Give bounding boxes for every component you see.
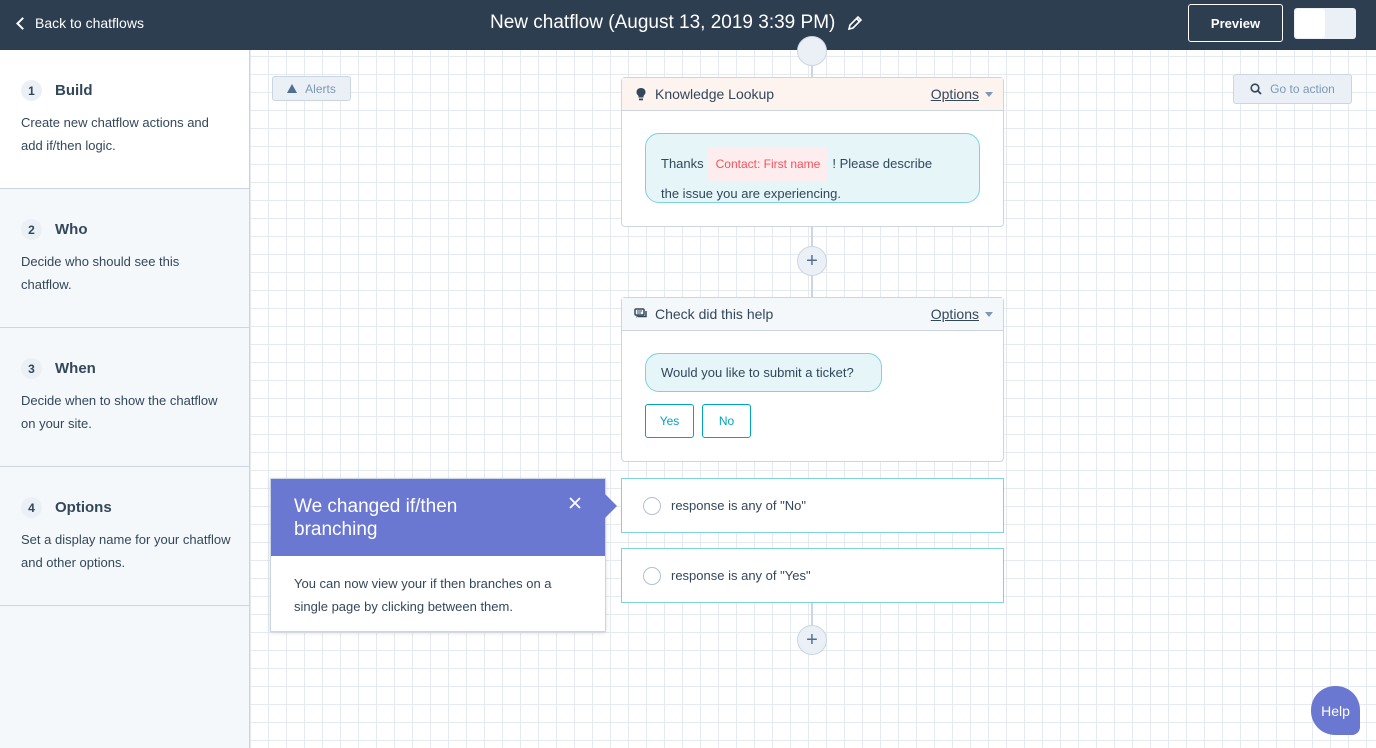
branch-label: response is any of "Yes" — [671, 568, 811, 583]
add-action-button[interactable]: + — [797, 625, 827, 655]
step-number: 4 — [21, 497, 42, 518]
page-title: New chatflow (August 13, 2019 3:39 PM) — [490, 12, 836, 33]
step-number: 3 — [21, 358, 42, 379]
branch-option-no[interactable]: response is any of "No" — [621, 478, 1004, 533]
step-who[interactable]: 2 Who Decide who should see this chatflo… — [0, 189, 249, 328]
bot-message-bubble: Thanks Contact: First name! Please descri… — [645, 133, 980, 203]
popover-title: We changed if/then branching — [294, 496, 458, 540]
step-number: 2 — [21, 219, 42, 240]
help-button[interactable]: Help — [1311, 686, 1360, 735]
step-when[interactable]: 3 When Decide when to show the chatflow … — [0, 328, 249, 467]
steps-sidebar: 1 Build Create new chatflow actions and … — [0, 50, 250, 748]
step-title: Who — [55, 221, 88, 238]
yes-button[interactable]: Yes — [645, 404, 694, 438]
alerts-button[interactable]: Alerts — [272, 76, 351, 101]
bot-message-bubble: Would you like to submit a ticket? — [645, 353, 882, 392]
step-description: Create new chatflow actions and add if/t… — [21, 115, 209, 153]
card-title: Knowledge Lookup — [655, 86, 775, 102]
alerts-label: Alerts — [305, 81, 336, 96]
view-toggle[interactable] — [1294, 8, 1356, 39]
preview-button[interactable]: Preview — [1188, 4, 1283, 42]
back-label: Back to chatflows — [35, 15, 144, 31]
popover-arrow — [605, 494, 617, 518]
message-line2: the issue you are experiencing. — [661, 186, 841, 201]
radio-button[interactable] — [643, 566, 661, 585]
add-action-button[interactable]: + — [797, 246, 827, 276]
step-description: Set a display name for your chatflow and… — [21, 532, 231, 570]
step-build[interactable]: 1 Build Create new chatflow actions and … — [0, 50, 249, 189]
flow-connector — [811, 603, 813, 626]
top-bar: Back to chatflows New chatflow (August 1… — [0, 0, 1376, 50]
step-number: 1 — [21, 80, 42, 101]
chat-bubbles-icon — [634, 308, 647, 318]
options-dropdown[interactable]: Options — [931, 306, 993, 322]
step-options[interactable]: 4 Options Set a display name for your ch… — [0, 467, 249, 606]
caret-down-icon — [985, 311, 993, 317]
message-prefix: Thanks — [661, 156, 704, 171]
caret-down-icon — [985, 91, 993, 97]
toggle-knob — [1295, 9, 1325, 38]
warning-icon — [287, 84, 298, 93]
radio-button[interactable] — [643, 496, 661, 515]
lightbulb-icon — [636, 88, 646, 101]
close-icon[interactable] — [567, 495, 583, 511]
card-header: Check did this help Options — [622, 298, 1003, 331]
options-dropdown[interactable]: Options — [931, 86, 993, 102]
step-title: Options — [55, 499, 112, 516]
add-action-button[interactable] — [797, 36, 827, 66]
branch-label: response is any of "No" — [671, 498, 806, 513]
popover-body: You can now view your if then branches o… — [294, 576, 552, 614]
card-header: Knowledge Lookup Options — [622, 78, 1003, 111]
go-to-action-label: Go to action — [1270, 82, 1335, 96]
branching-popover: We changed if/then branching You can now… — [270, 478, 606, 632]
step-description: Decide when to show the chatflow on your… — [21, 393, 218, 431]
card-title: Check did this help — [655, 306, 774, 322]
personalization-token[interactable]: Contact: First name — [707, 147, 829, 181]
popover-header: We changed if/then branching — [271, 479, 605, 556]
chevron-left-icon — [16, 17, 29, 30]
step-title: Build — [55, 82, 93, 99]
pencil-icon[interactable] — [847, 15, 863, 31]
search-icon — [1250, 83, 1262, 95]
step-description: Decide who should see this chatflow. — [21, 254, 180, 292]
step-title: When — [55, 360, 96, 377]
message-suffix: ! Please describe — [832, 156, 933, 171]
back-to-chatflows-link[interactable]: Back to chatflows — [16, 0, 144, 46]
go-to-action-button[interactable]: Go to action — [1233, 74, 1352, 104]
branch-option-yes[interactable]: response is any of "Yes" — [621, 548, 1004, 603]
no-button[interactable]: No — [702, 404, 751, 438]
